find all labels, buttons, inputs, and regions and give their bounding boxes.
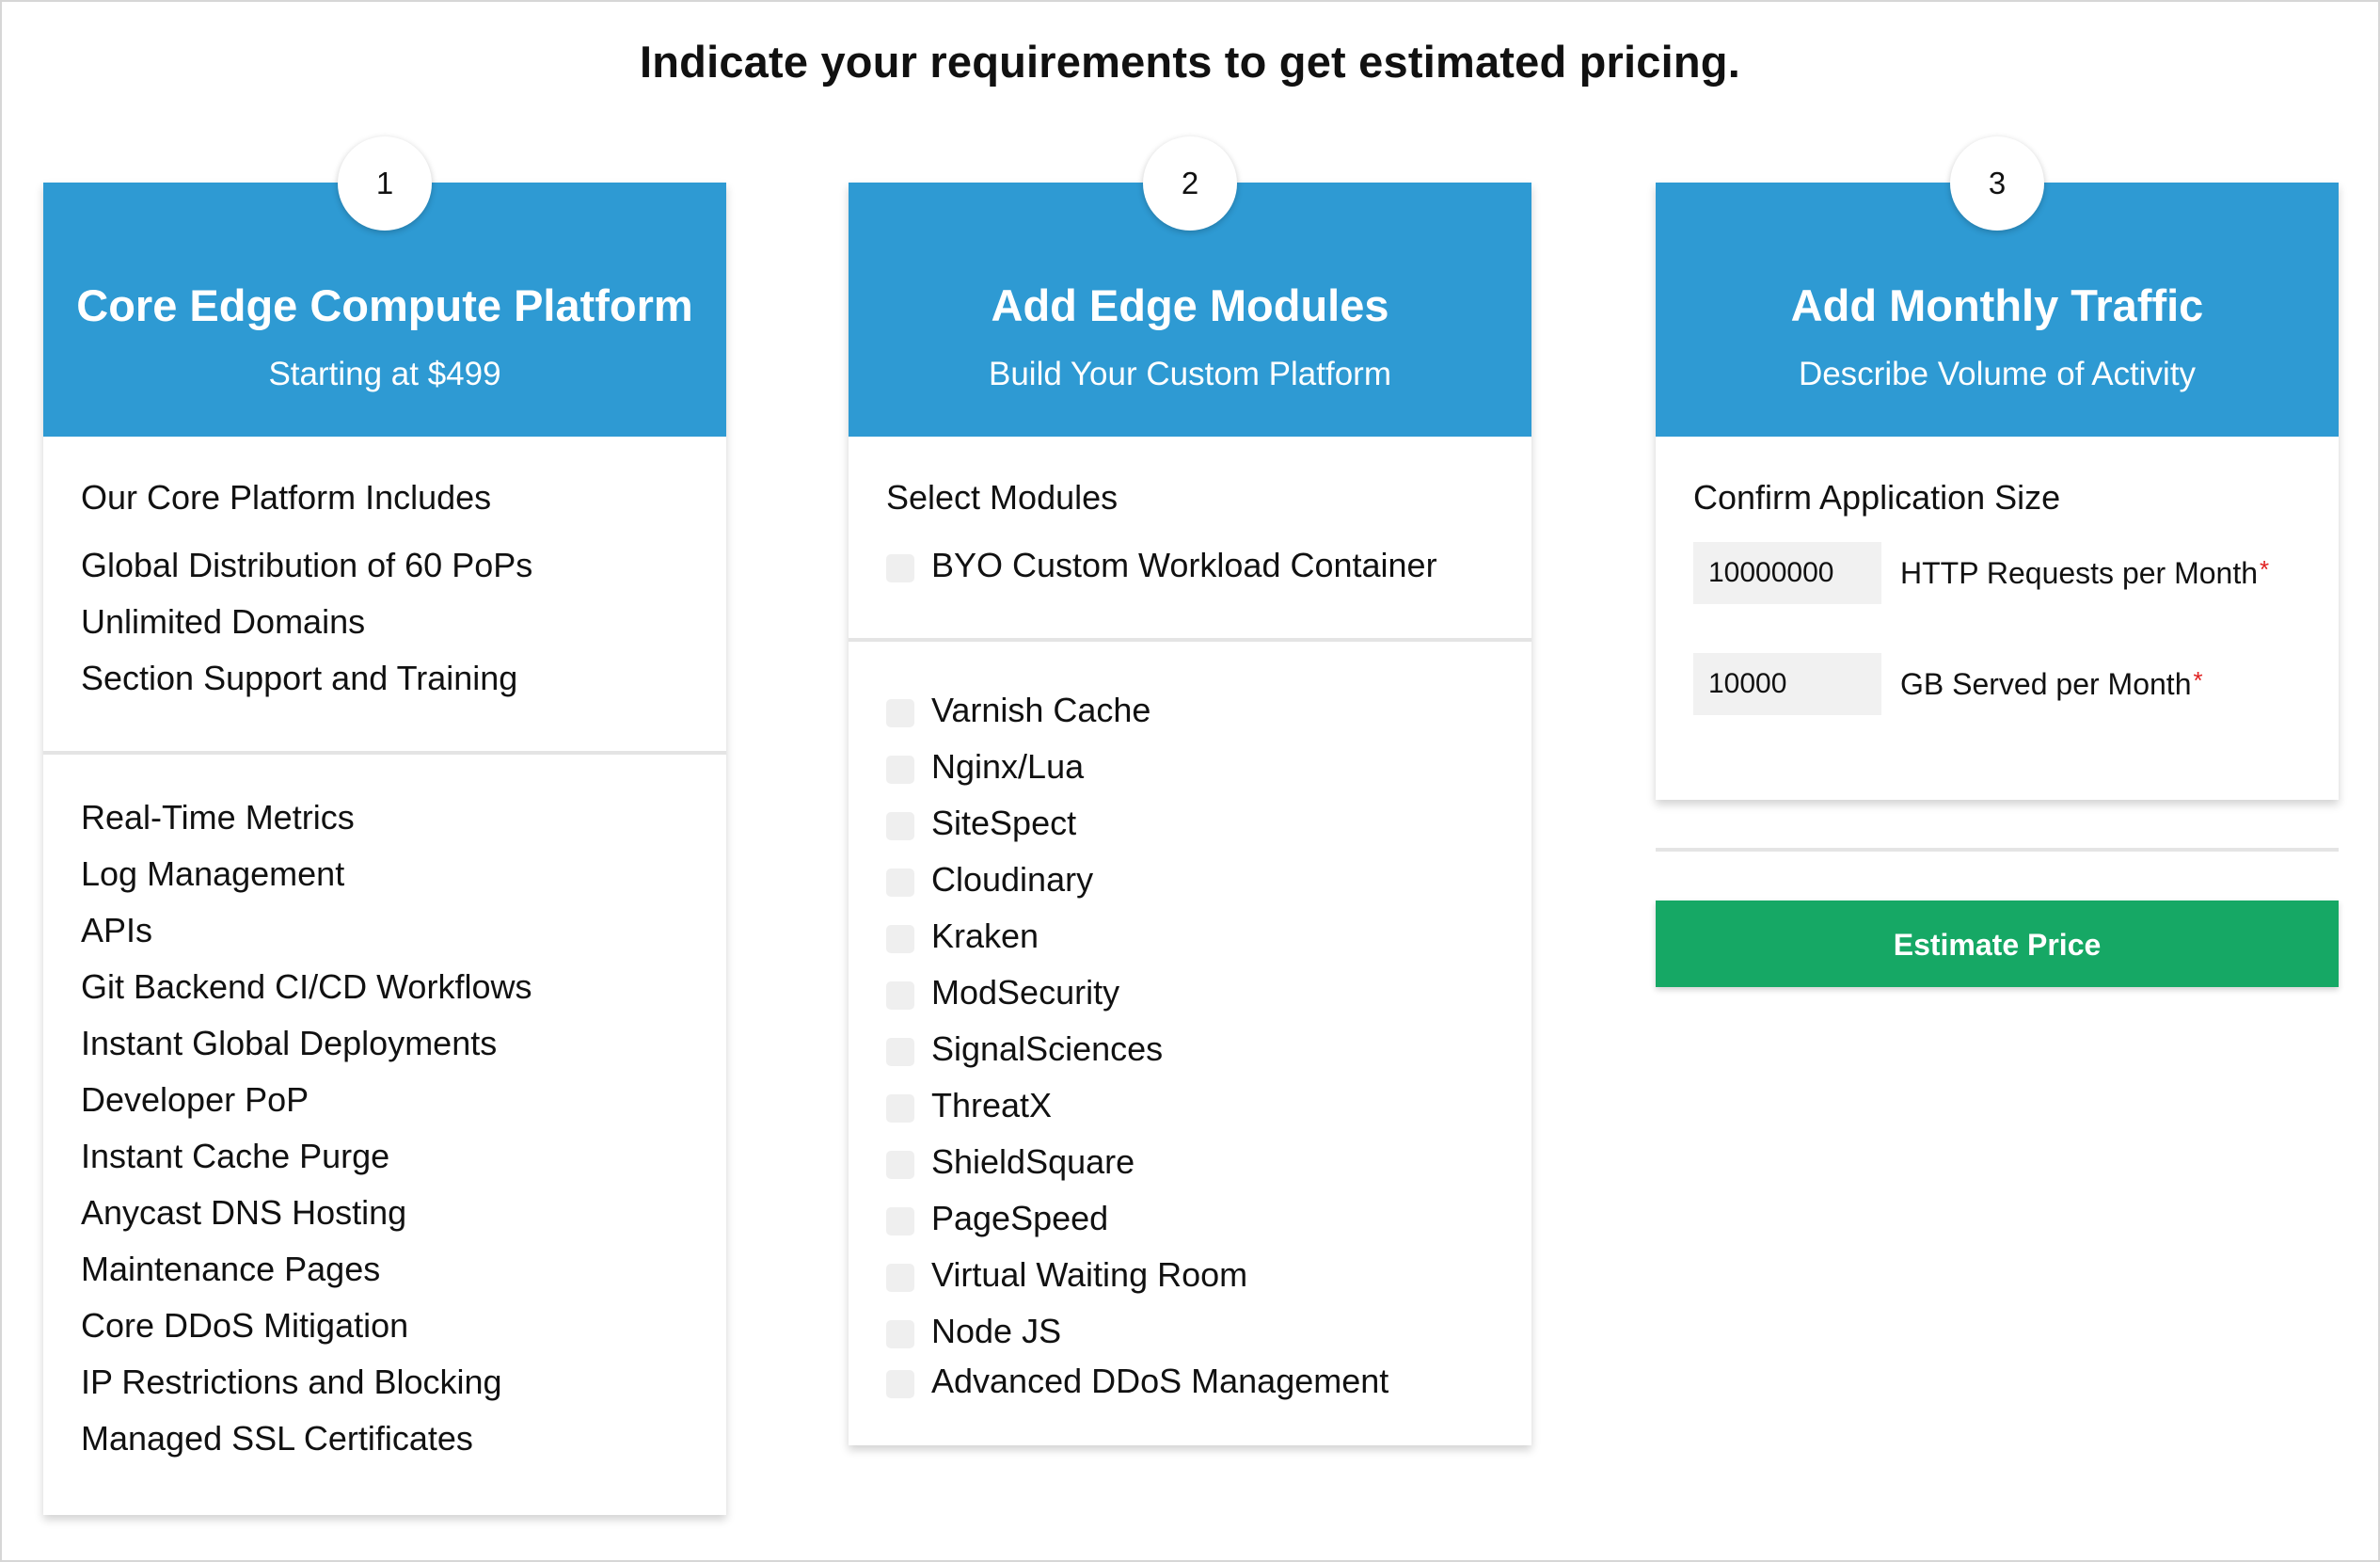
- section-divider: [43, 751, 726, 755]
- gb-served-label-text: GB Served per Month: [1900, 667, 2192, 701]
- section-divider: [849, 638, 1531, 642]
- module-checkbox[interactable]: [886, 699, 914, 727]
- card-monthly-traffic: Add Monthly Traffic Describe Volume of A…: [1656, 183, 2339, 800]
- feature-item: APIs: [81, 911, 153, 949]
- card-title: Core Edge Compute Platform: [76, 280, 693, 330]
- gb-served-label: GB Served per Month*: [1900, 666, 2203, 702]
- card-title: Add Monthly Traffic: [1790, 280, 2204, 330]
- module-checkbox[interactable]: [886, 812, 914, 840]
- include-item: Section Support and Training: [81, 659, 518, 697]
- module-label: Nginx/Lua: [931, 747, 1085, 786]
- required-marker: *: [2260, 555, 2270, 583]
- action-divider: [1656, 848, 2339, 852]
- module-checkbox[interactable]: [886, 925, 914, 953]
- module-label: Virtual Waiting Room: [931, 1255, 1248, 1294]
- step-badge-2: 2: [1143, 136, 1237, 231]
- module-label: ModSecurity: [931, 973, 1120, 1012]
- gb-served-input[interactable]: [1693, 653, 1881, 715]
- module-label: SignalSciences: [931, 1029, 1164, 1068]
- card-title: Add Edge Modules: [991, 280, 1389, 330]
- module-label: ThreatX: [931, 1086, 1053, 1124]
- card-subtitle: Starting at $499: [268, 356, 501, 392]
- module-label: ShieldSquare: [931, 1142, 1135, 1181]
- module-checkbox[interactable]: [886, 981, 914, 1010]
- step-badge-3: 3: [1950, 136, 2044, 231]
- feature-item: Anycast DNS Hosting: [81, 1193, 407, 1232]
- feature-item: Instant Cache Purge: [81, 1137, 390, 1175]
- feature-item: Real-Time Metrics: [81, 798, 355, 837]
- module-label: PageSpeed: [931, 1199, 1109, 1237]
- module-label: Advanced DDoS Management: [931, 1362, 1389, 1400]
- module-checkbox[interactable]: [886, 1370, 914, 1398]
- module-label: Varnish Cache: [931, 691, 1151, 729]
- http-requests-label: HTTP Requests per Month*: [1900, 555, 2269, 591]
- module-checkbox[interactable]: [886, 1264, 914, 1292]
- section-heading: Our Core Platform Includes: [81, 478, 492, 517]
- card-subtitle: Describe Volume of Activity: [1798, 356, 2197, 392]
- feature-item: Developer PoP: [81, 1080, 309, 1119]
- card-edge-modules: Add Edge Modules Build Your Custom Platf…: [849, 183, 1531, 1445]
- feature-item: IP Restrictions and Blocking: [81, 1363, 502, 1401]
- module-checkbox[interactable]: [886, 756, 914, 784]
- section-heading: Confirm Application Size: [1693, 478, 2061, 517]
- module-checkbox[interactable]: [886, 1320, 914, 1348]
- include-item: Global Distribution of 60 PoPs: [81, 546, 533, 584]
- module-checkbox[interactable]: [886, 1038, 914, 1066]
- module-label: BYO Custom Workload Container: [931, 546, 1437, 584]
- module-checkbox[interactable]: [886, 1151, 914, 1179]
- feature-item: Instant Global Deployments: [81, 1024, 498, 1062]
- feature-item: Core DDoS Mitigation: [81, 1306, 409, 1345]
- estimate-price-button[interactable]: Estimate Price: [1656, 901, 2339, 987]
- card-core-platform: Core Edge Compute Platform Starting at $…: [43, 183, 726, 1515]
- http-requests-label-text: HTTP Requests per Month: [1900, 556, 2259, 590]
- step-badge-1: 1: [338, 136, 432, 231]
- http-requests-input[interactable]: [1693, 542, 1881, 604]
- required-marker: *: [2193, 666, 2203, 694]
- feature-item: Maintenance Pages: [81, 1250, 381, 1288]
- module-label: Kraken: [931, 916, 1039, 955]
- module-checkbox[interactable]: [886, 1207, 914, 1235]
- feature-item: Managed SSL Certificates: [81, 1419, 473, 1458]
- module-checkbox[interactable]: [886, 554, 914, 582]
- feature-item: Log Management: [81, 854, 345, 893]
- card-subtitle: Build Your Custom Platform: [989, 356, 1391, 392]
- module-label: SiteSpect: [931, 804, 1077, 842]
- module-checkbox[interactable]: [886, 1094, 914, 1123]
- feature-item: Git Backend CI/CD Workflows: [81, 967, 532, 1006]
- module-checkbox[interactable]: [886, 869, 914, 897]
- page-headline: Indicate your requirements to get estima…: [640, 37, 1740, 87]
- module-label: Node JS: [931, 1312, 1062, 1350]
- section-heading: Select Modules: [886, 478, 1119, 517]
- include-item: Unlimited Domains: [81, 602, 366, 641]
- module-label: Cloudinary: [931, 860, 1094, 899]
